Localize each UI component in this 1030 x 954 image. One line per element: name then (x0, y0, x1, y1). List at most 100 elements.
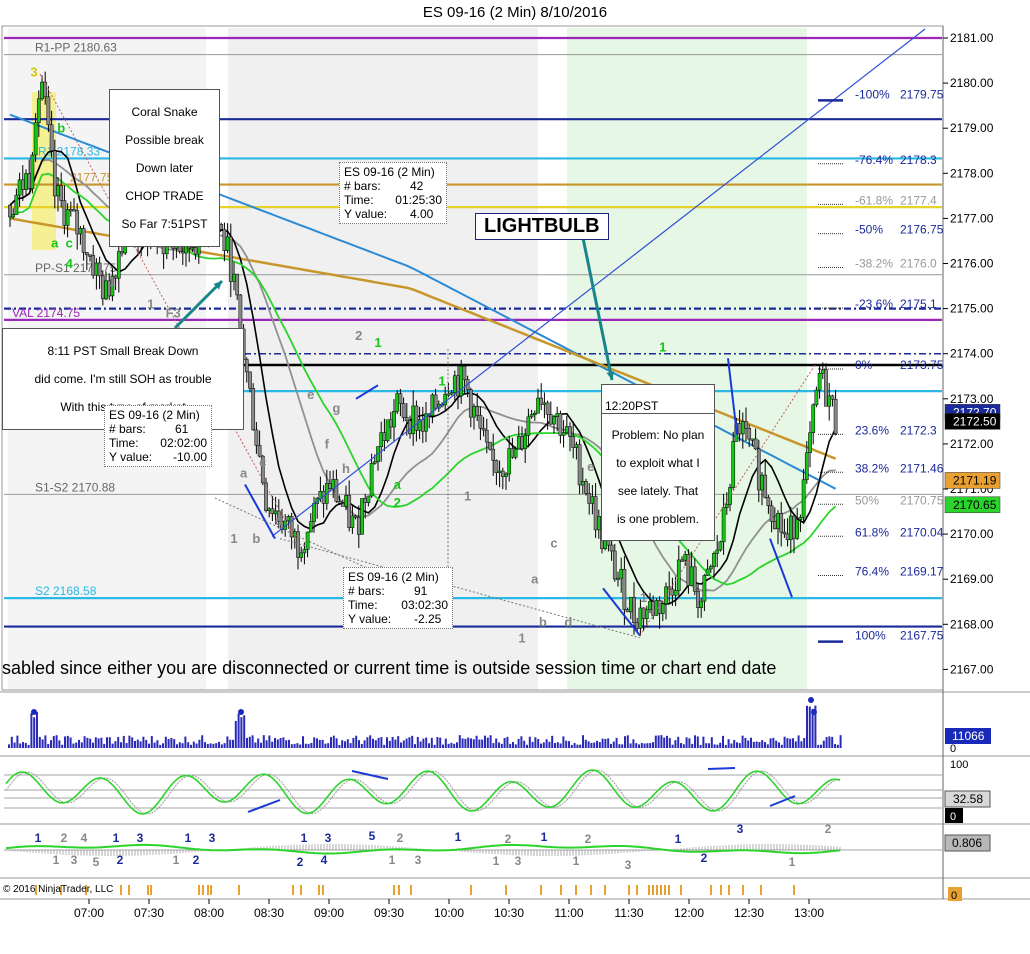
candle-body (750, 438, 755, 441)
candle-body (433, 394, 438, 409)
volume-bar (176, 744, 178, 748)
candle-body (40, 81, 44, 100)
volume-bar (16, 735, 19, 748)
volume-bar (783, 736, 786, 748)
event-marker (590, 885, 592, 895)
candle-body (43, 81, 48, 98)
volume-bar (61, 744, 64, 748)
volume-bar (226, 736, 229, 748)
volume-bar (50, 740, 52, 748)
volume-bar (142, 736, 145, 748)
candle-body (401, 403, 406, 418)
candle-body (670, 588, 675, 596)
candle-body (14, 194, 19, 215)
volume-bar (36, 711, 38, 748)
candle-body (363, 498, 368, 503)
candle-body (827, 395, 832, 407)
candle-body (104, 280, 108, 300)
volume-bar (19, 743, 22, 748)
volume-bar (834, 744, 836, 748)
candle-body (785, 533, 790, 541)
volume-bar (702, 736, 705, 748)
volume-bar (178, 742, 181, 748)
volume-bar (458, 735, 461, 748)
candle-body (30, 154, 35, 189)
candle-body (414, 405, 419, 431)
swing-label: F3 (166, 306, 181, 321)
volume-bar (520, 736, 523, 748)
event-marker (628, 885, 630, 895)
candle-body (46, 96, 51, 126)
volume-bar (467, 737, 470, 748)
candle-body (232, 273, 236, 282)
volume-bar (125, 743, 128, 748)
volume-bar (386, 737, 388, 748)
volume-bar (52, 736, 55, 748)
event-marker (540, 885, 542, 895)
candle-body (820, 369, 825, 374)
volume-bar (769, 738, 772, 748)
volume-bar (338, 744, 341, 748)
volume-bar (428, 743, 430, 748)
event-marker (728, 885, 730, 895)
event-marker (793, 885, 795, 895)
swing-label: 1 (464, 488, 471, 503)
candle-body (520, 436, 524, 450)
candle-body (564, 426, 569, 434)
volume-bar (419, 741, 422, 748)
x-tick-label: 09:30 (374, 906, 404, 920)
coral-line-2: Possible break (125, 133, 204, 147)
swing-label: b (539, 615, 547, 630)
candle-body (747, 428, 752, 440)
candle-body (513, 448, 518, 458)
volume-bar (374, 740, 377, 748)
swing-label: d (564, 615, 572, 630)
event-marker (505, 885, 507, 895)
volume-bar (290, 744, 293, 748)
info3-val-bars: 91 (414, 584, 428, 598)
candle-body (561, 432, 566, 436)
volume-bar (582, 735, 584, 748)
candle-body (788, 515, 793, 541)
info-box-2: ES 09-16 (2 Min) # bars: 61 Time: 02:02:00… (104, 405, 212, 467)
candle-body (219, 224, 224, 230)
volume-bar (92, 742, 94, 748)
coral-line-4: CHOP TRADE (125, 189, 204, 203)
volume-bar (248, 736, 251, 748)
candle-body (369, 463, 374, 497)
volume-bar (775, 740, 778, 748)
y-tick-label: 2179.00 (950, 121, 994, 135)
candle-body (664, 586, 668, 605)
cci-label: 3 (625, 858, 632, 872)
candle-body (552, 416, 556, 425)
volume-bar (509, 743, 512, 748)
candle-body (721, 507, 726, 543)
info1-row-y: Y value: 4.00 (344, 207, 442, 221)
stoch-divergence-line (707, 767, 736, 770)
volume-bar (405, 738, 408, 748)
event-marker (680, 885, 682, 895)
candle-body (366, 495, 371, 503)
candle-body (744, 421, 748, 429)
volume-bar (688, 738, 691, 748)
volume-bar (288, 739, 290, 748)
volume-bar (167, 739, 170, 748)
volume-bar (584, 739, 587, 748)
cci-label: 2 (585, 832, 592, 846)
volume-bar (433, 744, 436, 748)
volume-bar (383, 744, 386, 748)
volume-bar (531, 741, 534, 748)
volume-bar (439, 737, 442, 748)
candle-body (526, 416, 531, 436)
volume-bar (808, 706, 811, 748)
volume-bar (542, 742, 545, 748)
volume-bar (100, 737, 103, 748)
candle-body (724, 504, 729, 508)
candle-body (568, 426, 572, 437)
volume-bar (159, 744, 162, 748)
volume-bar (450, 742, 453, 748)
volume-bar (772, 737, 775, 748)
candle-body (475, 406, 480, 416)
info3-key-y: Y value: (348, 612, 392, 626)
candle-body (699, 600, 704, 608)
